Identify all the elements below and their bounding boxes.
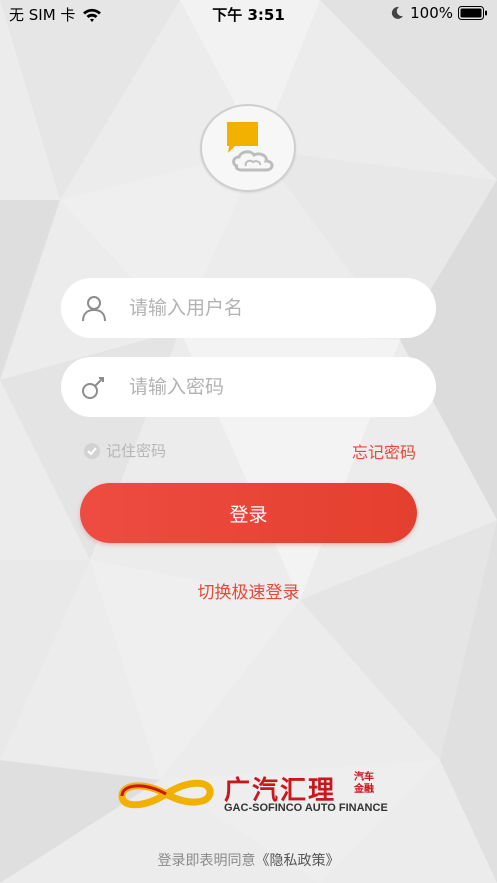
- policy-prefix: 登录即表明同意: [157, 853, 256, 869]
- battery-icon: [458, 6, 487, 20]
- remember-password-checkbox[interactable]: 记住密码: [84, 440, 166, 461]
- login-button[interactable]: 登录: [80, 483, 417, 543]
- remember-password-label: 记住密码: [106, 442, 167, 460]
- status-bar: 无 SIM 卡 下午 3:51 100%: [0, 0, 497, 28]
- brand-logo: 广汽汇理 汽车金融 GAC-SOFINCO AUTO FINANCE: [114, 770, 388, 820]
- brand-name-en: GAC-SOFINCO AUTO FINANCE: [224, 802, 388, 814]
- quick-login-link[interactable]: 切换极速登录: [0, 578, 497, 603]
- battery-percent: 100%: [410, 4, 453, 22]
- moon-icon: [391, 6, 404, 19]
- user-icon: [82, 296, 106, 322]
- infinity-logo-icon: [118, 779, 214, 809]
- app-logo: [200, 104, 296, 192]
- brand-name-cn-small: 汽车金融: [354, 772, 374, 795]
- password-input[interactable]: [129, 376, 419, 398]
- privacy-policy-link[interactable]: 《隐私政策》: [256, 853, 340, 869]
- password-field-container: [61, 357, 436, 417]
- forgot-password-link[interactable]: 忘记密码: [352, 439, 416, 463]
- username-field-container: [61, 278, 436, 338]
- username-input[interactable]: [129, 297, 419, 319]
- key-icon: [82, 377, 104, 399]
- check-icon: [84, 442, 100, 459]
- privacy-policy-notice: 登录即表明同意《隐私政策》: [0, 850, 497, 870]
